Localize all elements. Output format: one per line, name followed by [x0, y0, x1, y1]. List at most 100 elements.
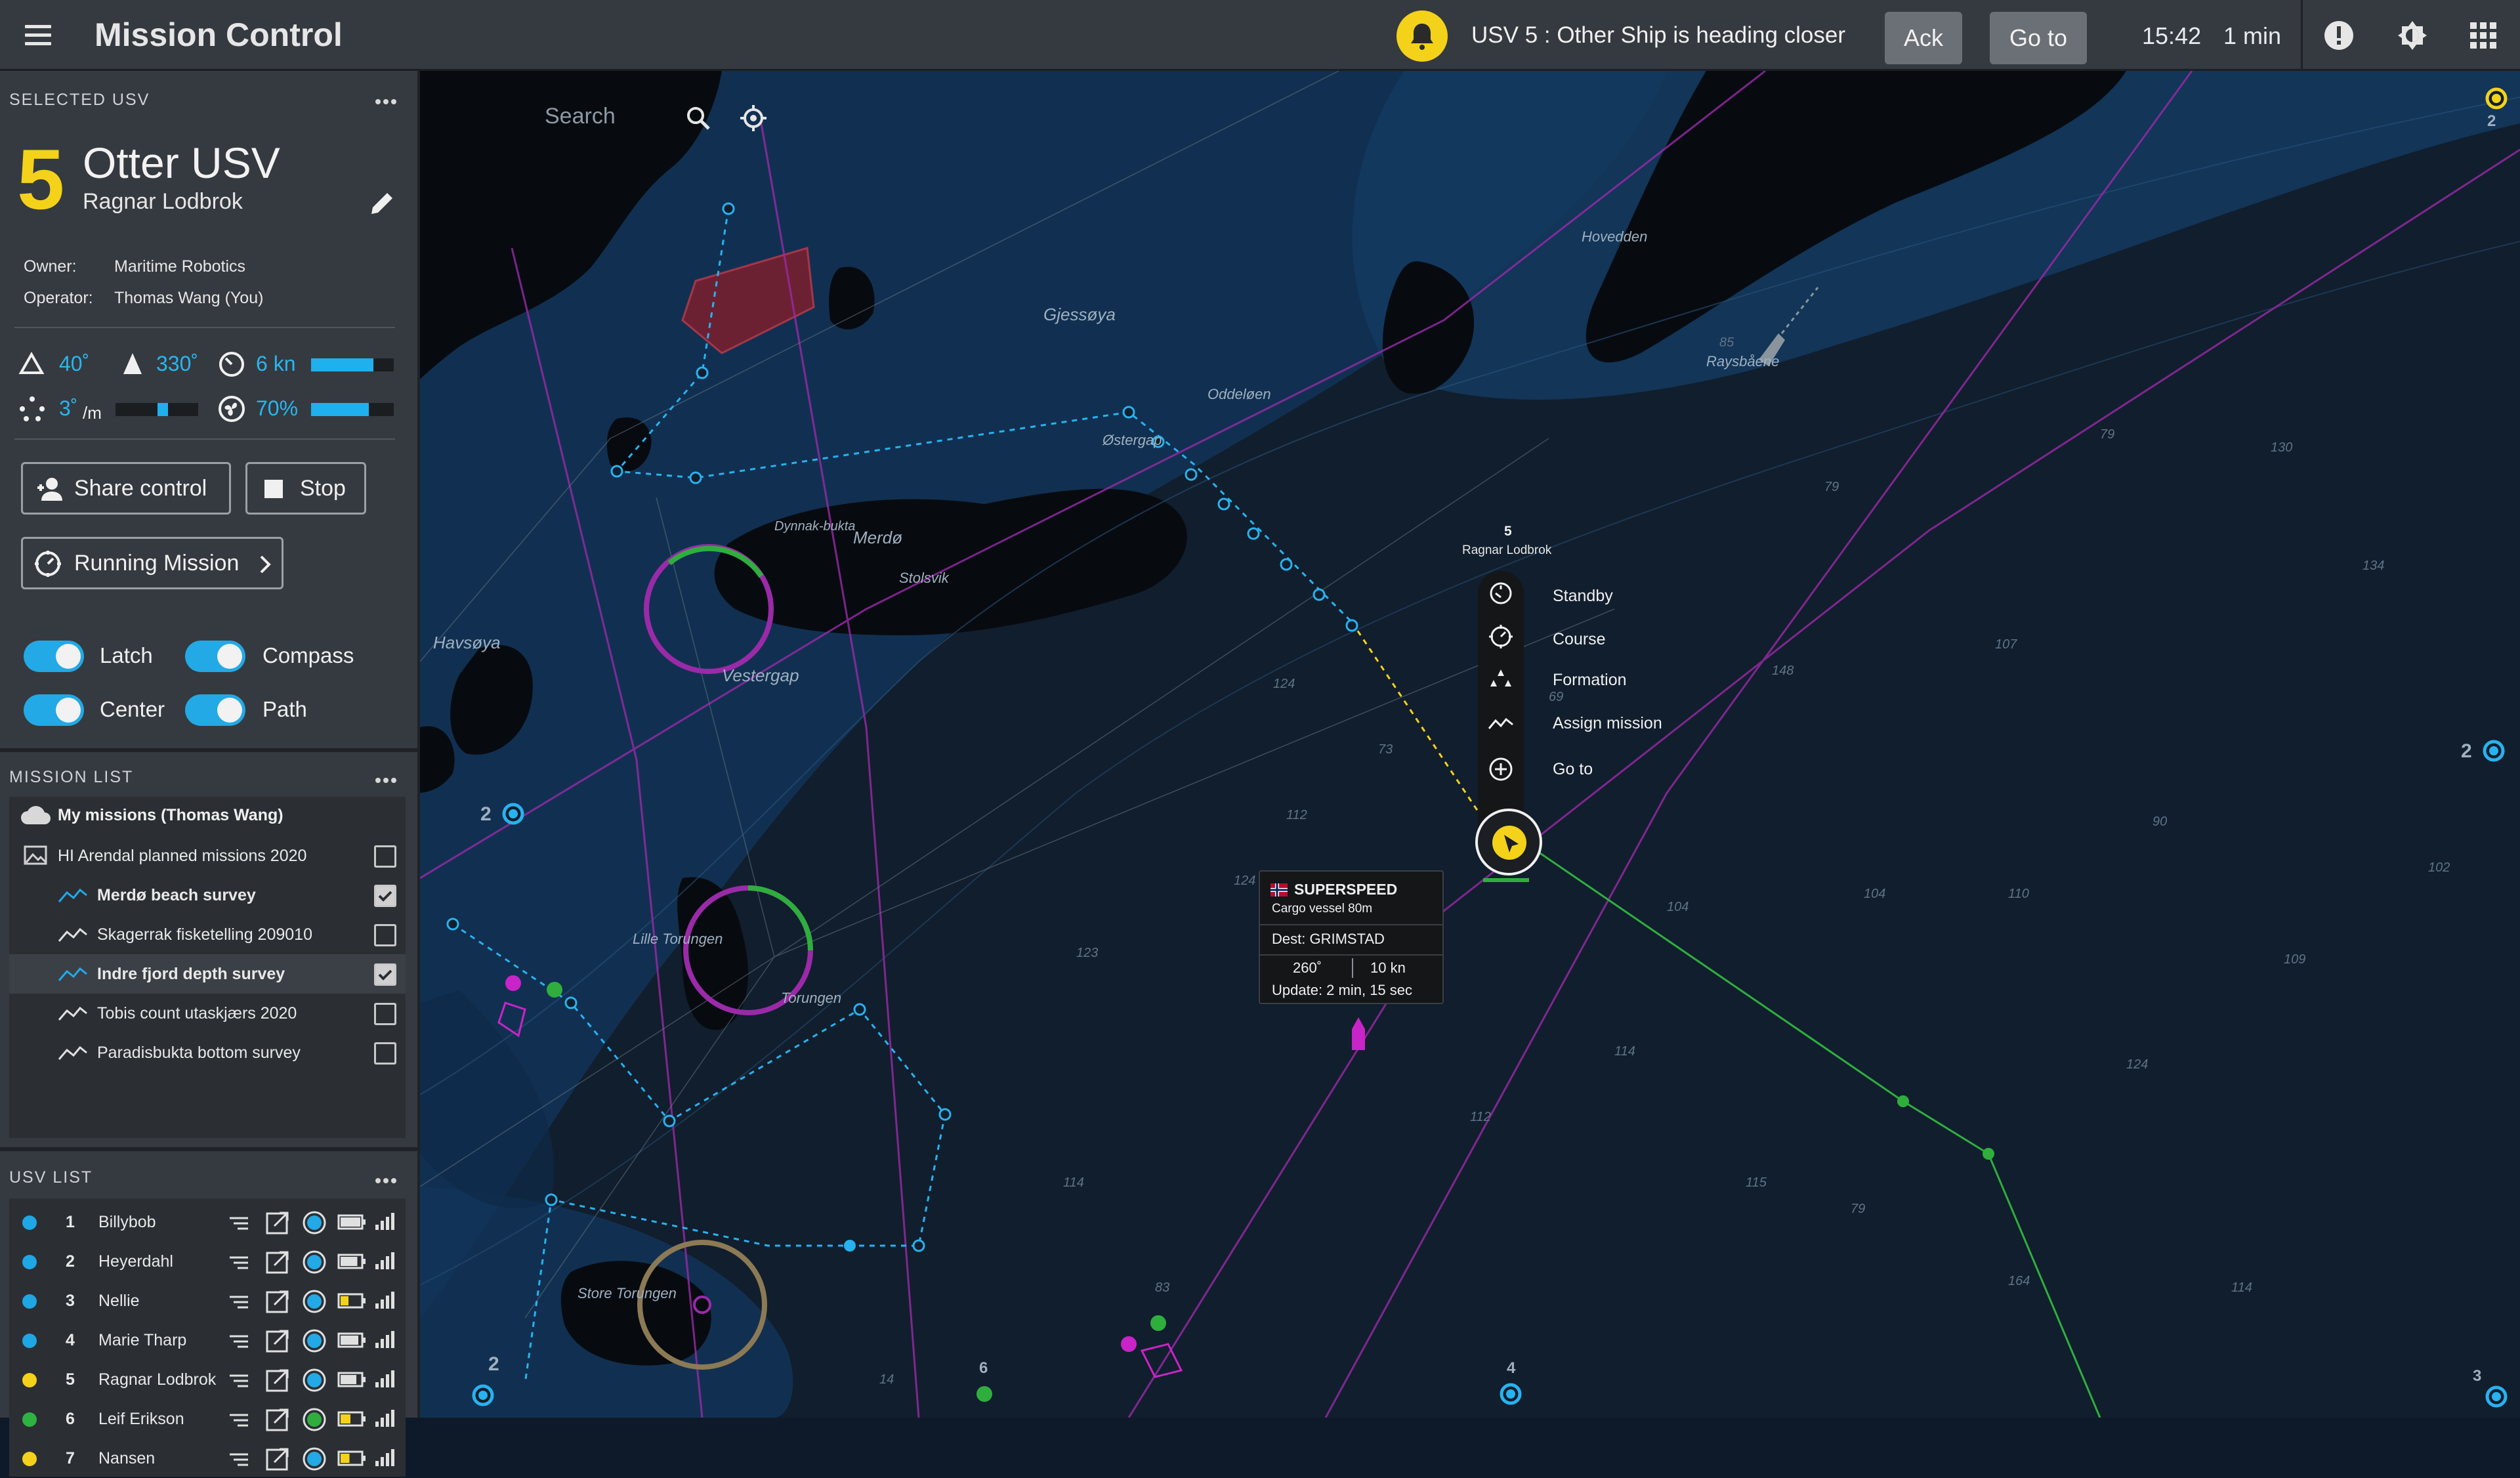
- mission-checkbox[interactable]: [374, 885, 396, 907]
- share-control-button[interactable]: Share control: [21, 462, 231, 515]
- divider: [1260, 924, 1442, 925]
- locate-crosshair-icon[interactable]: [739, 104, 768, 133]
- mission-label: Paradisbukta bottom survey: [97, 1044, 301, 1062]
- mission-row[interactable]: Skagerrak fisketelling 209010: [9, 915, 406, 954]
- section-divider: [0, 748, 417, 752]
- mission-row[interactable]: Merdø beach survey: [9, 876, 406, 915]
- nautical-map[interactable]: 2 2 2 2 6 4 3 Merdø Gjessøya Havsøya Ves…: [420, 71, 2520, 1418]
- apps-grid-icon[interactable]: [2468, 20, 2499, 51]
- go-to-plus-icon[interactable]: [1488, 756, 1514, 782]
- svg-text:130: 130: [2271, 440, 2292, 455]
- map-search-input[interactable]: Search: [545, 104, 616, 129]
- usv-number: 5: [66, 1370, 75, 1389]
- mission-checkbox[interactable]: [374, 1042, 396, 1065]
- folder-image-icon: [24, 845, 47, 865]
- stop-button[interactable]: Stop: [245, 462, 366, 515]
- formation-icon[interactable]: [1488, 665, 1514, 692]
- mission-checkbox[interactable]: [374, 924, 396, 946]
- battery-icon: [337, 1214, 366, 1230]
- place-name: Dynnak-bukta: [774, 519, 855, 534]
- cluster-label: 3: [2473, 1367, 2481, 1385]
- place-name: Hovedden: [1582, 228, 1647, 245]
- place-name: Vestergap: [722, 665, 799, 685]
- search-icon[interactable]: [685, 105, 711, 131]
- mission-row[interactable]: Paradisbukta bottom survey: [9, 1033, 406, 1072]
- cluster-label: 2: [2461, 740, 2472, 762]
- svg-text:85: 85: [1719, 335, 1734, 350]
- goto-button[interactable]: Go to: [1990, 12, 2087, 64]
- thrust-bar: [311, 403, 394, 416]
- mission-row[interactable]: Indre fjord depth survey: [9, 954, 406, 994]
- usv-row[interactable]: 4 Marie Tharp: [9, 1320, 406, 1360]
- warning-icon[interactable]: [2323, 20, 2355, 51]
- usv-row[interactable]: 6 Leif Erikson: [9, 1399, 406, 1439]
- latch-toggle[interactable]: [24, 641, 84, 672]
- usv-list-more-icon[interactable]: [375, 1175, 399, 1183]
- roll-value: 3˚: [59, 396, 78, 420]
- propeller-icon: [230, 1296, 248, 1309]
- running-mission-button[interactable]: Running Mission: [21, 537, 284, 589]
- ctx-standby-label[interactable]: Standby: [1553, 587, 1613, 606]
- divider: [1352, 958, 1353, 978]
- assign-mission-icon[interactable]: [1488, 709, 1514, 735]
- battery-icon: [337, 1293, 366, 1309]
- mission-list-more-icon[interactable]: [375, 774, 399, 783]
- compass-toggle[interactable]: [185, 641, 245, 672]
- selected-usv-more-icon[interactable]: [375, 96, 399, 104]
- mission-folder-row[interactable]: HI Arendal planned missions 2020: [9, 836, 406, 876]
- alert-bell-icon[interactable]: [1396, 11, 1448, 62]
- cluster-label: 2: [488, 1353, 499, 1375]
- stop-square-icon: [264, 480, 283, 498]
- open-external-icon[interactable]: [265, 1289, 290, 1314]
- path-toggle[interactable]: [185, 694, 245, 726]
- edit-pencil-icon[interactable]: [368, 189, 396, 218]
- svg-text:79: 79: [1824, 480, 1839, 494]
- center-toggle[interactable]: [24, 694, 84, 726]
- mission-row[interactable]: Tobis count utaskjærs 2020: [9, 994, 406, 1033]
- hamburger-menu-icon[interactable]: [25, 25, 51, 46]
- ctx-formation-label[interactable]: Formation: [1553, 671, 1627, 690]
- open-external-icon[interactable]: [265, 1250, 290, 1275]
- usv-row[interactable]: 5 Ragnar Lodbrok: [9, 1360, 406, 1399]
- svg-text:112: 112: [1470, 1110, 1491, 1124]
- propeller-icon: [230, 1335, 248, 1348]
- open-external-icon[interactable]: [265, 1368, 290, 1393]
- standby-icon[interactable]: [1488, 580, 1514, 606]
- usv-row[interactable]: 7 Nansen: [9, 1439, 406, 1478]
- course-icon[interactable]: [1488, 623, 1514, 650]
- divider: [2301, 0, 2303, 71]
- open-external-icon[interactable]: [265, 1328, 290, 1353]
- usv-row[interactable]: 1 Billybob: [9, 1202, 406, 1242]
- propeller-icon: [230, 1217, 248, 1230]
- mission-checkbox[interactable]: [374, 963, 396, 986]
- usv-number: 3: [66, 1292, 75, 1310]
- selected-usv-marker[interactable]: [1475, 809, 1542, 876]
- svg-text:148: 148: [1772, 664, 1794, 678]
- open-external-icon[interactable]: [265, 1210, 290, 1235]
- progress-ring-icon: [303, 1290, 326, 1313]
- signal-bars-icon: [375, 1292, 394, 1309]
- ack-button[interactable]: Ack: [1885, 12, 1962, 64]
- place-name: Raysbåene: [1706, 353, 1779, 370]
- signal-bars-icon: [375, 1370, 394, 1387]
- brightness-icon[interactable]: [2397, 20, 2428, 51]
- ctx-assign-mission-label[interactable]: Assign mission: [1553, 714, 1662, 733]
- mission-folder-checkbox[interactable]: [374, 845, 396, 868]
- stop-label: Stop: [300, 476, 346, 501]
- mission-checkbox[interactable]: [374, 1003, 396, 1025]
- ctx-course-label[interactable]: Course: [1553, 630, 1606, 649]
- open-external-icon[interactable]: [265, 1407, 290, 1432]
- map-canvas[interactable]: 2 2 2 2 6 4 3 Merdø Gjessøya Havsøya Ves…: [420, 71, 2520, 1418]
- usv-row[interactable]: 3 Nellie: [9, 1281, 406, 1320]
- cloud-icon: [20, 806, 51, 826]
- mission-list-header: MISSION LIST: [9, 768, 134, 786]
- svg-text:124: 124: [1273, 677, 1295, 691]
- mission-label: Indre fjord depth survey: [97, 965, 285, 983]
- usv-row[interactable]: 2 Heyerdahl: [9, 1242, 406, 1281]
- usv-name: Nansen: [98, 1449, 156, 1467]
- mission-label: Tobis count utaskjærs 2020: [97, 1004, 297, 1023]
- usv-number: 2: [66, 1252, 75, 1271]
- open-external-icon[interactable]: [265, 1446, 290, 1471]
- thrust-fan-icon: [218, 395, 245, 423]
- ctx-goto-label[interactable]: Go to: [1553, 760, 1593, 779]
